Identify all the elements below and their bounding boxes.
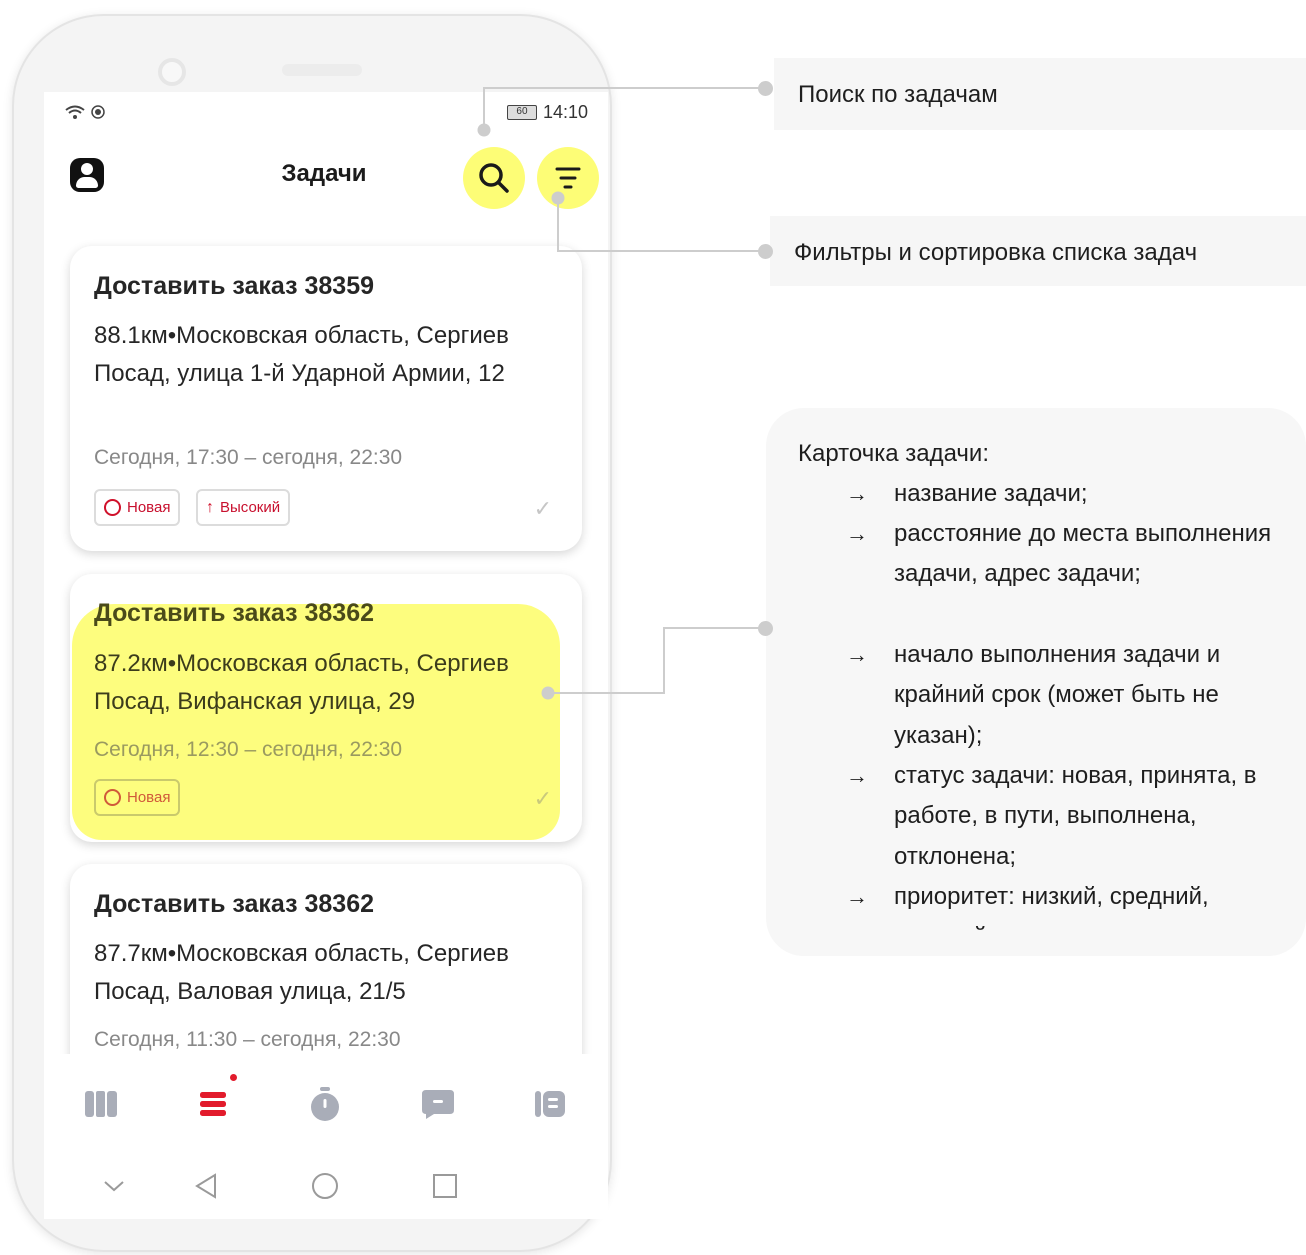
front-camera bbox=[158, 58, 186, 86]
chevron-down-icon bbox=[104, 1181, 124, 1192]
status-badge: Новая bbox=[94, 779, 181, 816]
priority-label: Высокий bbox=[220, 499, 281, 516]
status-ring-icon bbox=[104, 499, 121, 516]
map-icon bbox=[85, 1091, 117, 1117]
search-button[interactable] bbox=[463, 147, 525, 209]
wifi-icon bbox=[65, 105, 85, 119]
task-title: Доставить заказ 38362 bbox=[94, 890, 375, 918]
annotation-card-box: Карточка задачи: → название задачи; → ра… bbox=[766, 408, 1306, 956]
nav-chat[interactable] bbox=[416, 1084, 460, 1124]
search-icon bbox=[479, 163, 509, 193]
check-icon[interactable]: ✓ bbox=[534, 496, 552, 522]
chat-icon bbox=[422, 1090, 454, 1119]
arrow-right-icon: → bbox=[846, 763, 868, 788]
app-screen: 60 14:10 Задачи Доставить заказ 38359 88… bbox=[44, 92, 608, 1219]
task-address: 87.7км•Московская область, Сергиев Посад… bbox=[94, 940, 509, 1005]
arrow-right-icon: → bbox=[846, 884, 868, 909]
arrow-up-icon: ↑ bbox=[206, 498, 214, 516]
system-hide-button[interactable] bbox=[96, 1168, 132, 1204]
arrow-right-icon: → bbox=[846, 521, 868, 546]
status-time: 14:10 bbox=[542, 102, 588, 122]
status-label: Новая bbox=[127, 499, 171, 516]
task-address: 88.1км•Московская область, Сергиев Посад… bbox=[94, 322, 509, 387]
phone-speaker bbox=[282, 64, 362, 76]
nav-timer[interactable] bbox=[303, 1084, 347, 1124]
annotation-dot bbox=[758, 621, 773, 636]
stopwatch-icon bbox=[311, 1087, 339, 1121]
annotation-search: Поиск по задачам bbox=[798, 81, 998, 108]
system-recent-button[interactable] bbox=[427, 1168, 463, 1204]
annotation-dot bbox=[758, 244, 773, 259]
status-bar: 60 14:10 bbox=[44, 92, 608, 132]
task-address: 87.2км•Московская область, Сергиев Посад… bbox=[94, 650, 509, 715]
phone-frame: 60 14:10 Задачи Доставить заказ 38359 88… bbox=[12, 14, 612, 1252]
task-title: Доставить заказ 38359 bbox=[94, 272, 375, 300]
arrow-right-icon: → bbox=[846, 642, 868, 667]
filter-icon bbox=[555, 167, 581, 189]
task-time: Сегодня, 17:30 – сегодня, 22:30 bbox=[94, 446, 403, 469]
recent-square-icon bbox=[433, 1174, 457, 1198]
task-title: Доставить заказ 38362 bbox=[94, 599, 375, 627]
check-icon[interactable]: ✓ bbox=[534, 786, 552, 812]
task-card[interactable]: Доставить заказ 38359 88.1км•Московская … bbox=[70, 246, 582, 551]
book-icon bbox=[535, 1091, 565, 1117]
priority-badge: ↑ Высокий bbox=[196, 489, 291, 526]
annotation-dot bbox=[758, 81, 773, 96]
annotation-filters: Фильтры и сортировка списка задач bbox=[794, 239, 1198, 266]
system-back-button[interactable] bbox=[188, 1168, 224, 1204]
tasks-list-icon bbox=[200, 1092, 226, 1116]
home-circle-icon bbox=[312, 1173, 338, 1199]
nav-book[interactable] bbox=[528, 1084, 572, 1124]
status-label: Новая bbox=[127, 789, 171, 806]
app-header: Задачи bbox=[44, 132, 608, 222]
bottom-nav bbox=[44, 1054, 608, 1219]
arrow-right-icon: → bbox=[846, 481, 868, 506]
status-ring-icon bbox=[104, 789, 121, 806]
nav-tasks[interactable] bbox=[191, 1084, 235, 1124]
status-icons bbox=[64, 102, 105, 120]
back-triangle-icon bbox=[195, 1173, 216, 1199]
status-badge: Новая bbox=[94, 489, 181, 526]
notification-dot bbox=[230, 1074, 237, 1081]
annotation-card-title: Карточка задачи: bbox=[798, 440, 989, 467]
system-home-button[interactable] bbox=[307, 1168, 343, 1204]
record-icon bbox=[91, 104, 105, 119]
filter-button[interactable] bbox=[537, 147, 599, 209]
nav-map[interactable] bbox=[79, 1084, 123, 1124]
battery-icon: 60 bbox=[506, 105, 537, 120]
task-time: Сегодня, 12:30 – сегодня, 22:30 bbox=[94, 738, 403, 761]
task-time: Сегодня, 11:30 – сегодня, 22:30 bbox=[94, 1028, 401, 1051]
